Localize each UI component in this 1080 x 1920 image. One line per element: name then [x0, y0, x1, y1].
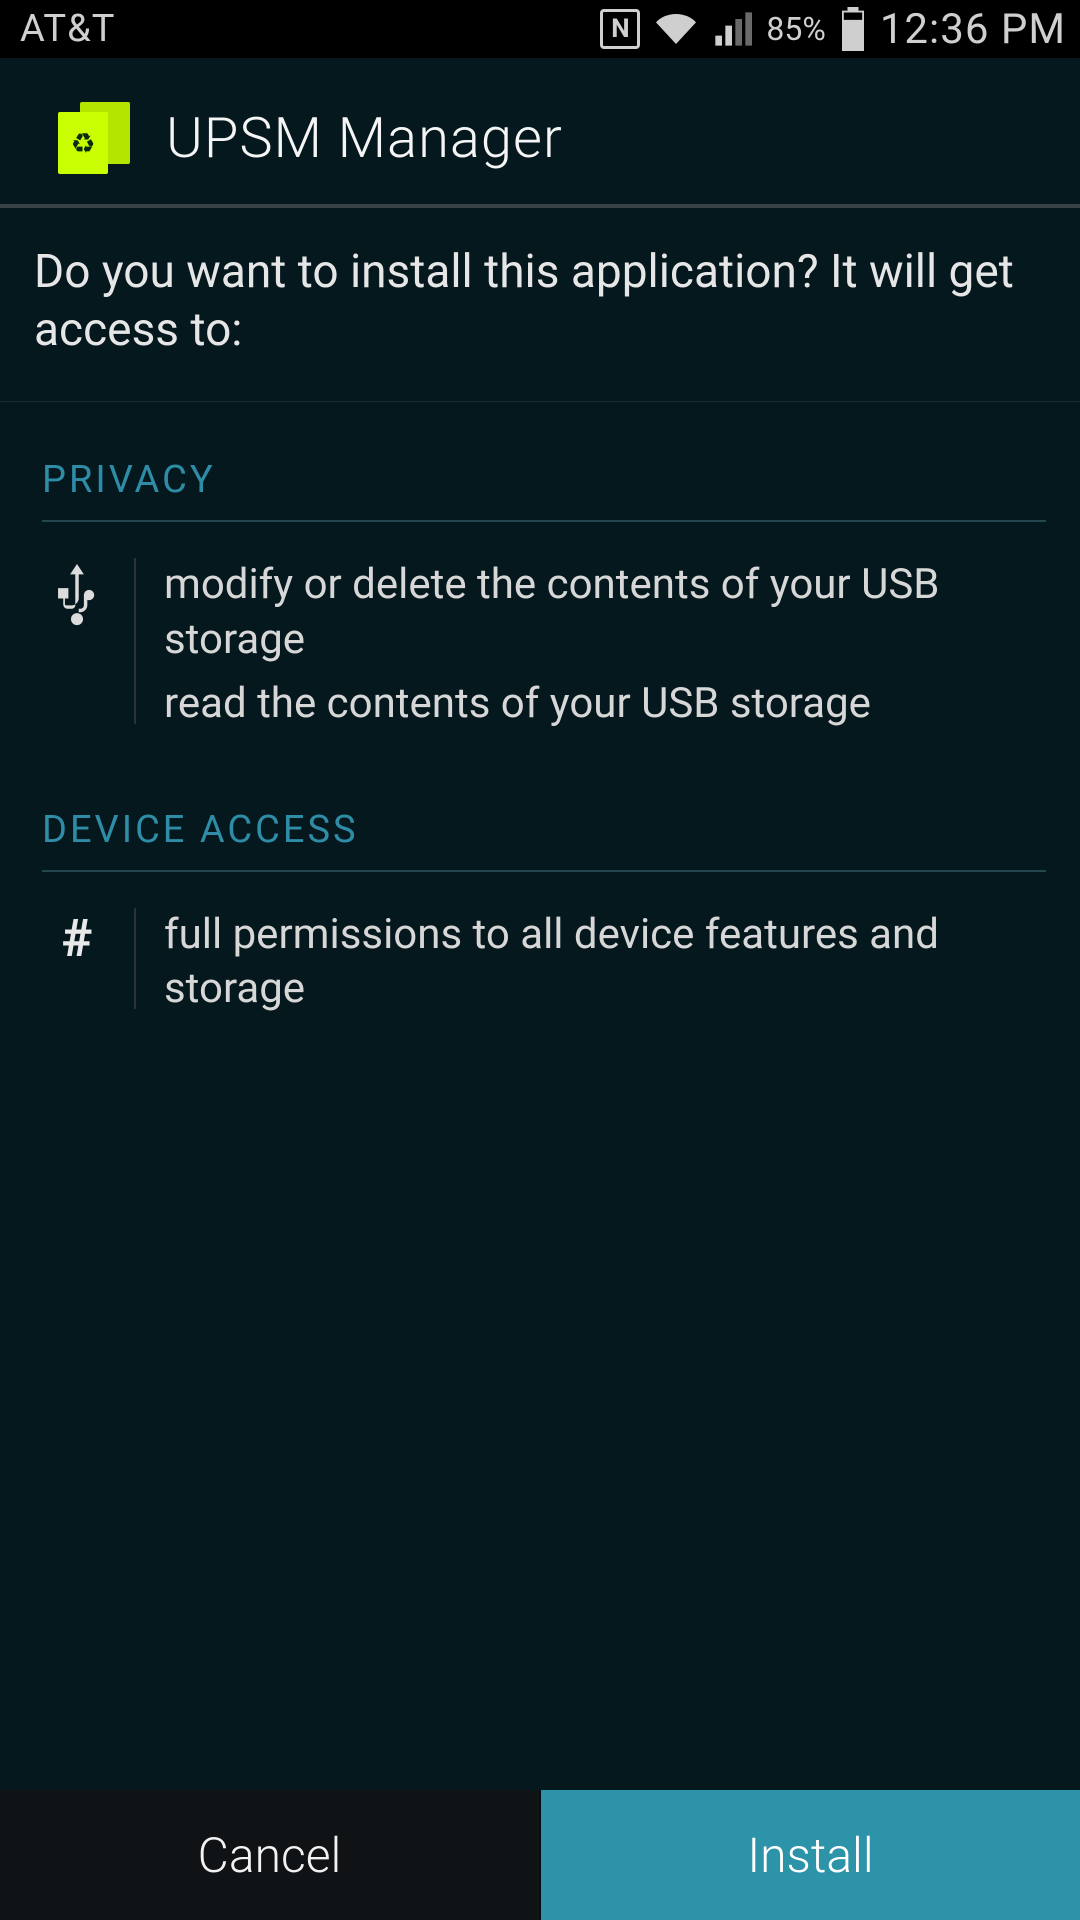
permission-line: full permissions to all device features … — [164, 908, 1046, 1017]
permission-line: read the contents of your USB storage — [164, 677, 1046, 732]
divider — [134, 908, 136, 1009]
installer-dialog: ♻ UPSM Manager Do you want to install th… — [0, 58, 1080, 1920]
wifi-icon — [654, 9, 698, 49]
divider — [134, 558, 136, 724]
clock: 12:36 PM — [880, 5, 1066, 54]
status-right: N 85% 12:36 PM — [600, 5, 1066, 54]
section-title-device-access: DEVICE ACCESS — [42, 808, 1046, 872]
installer-header: ♻ UPSM Manager — [0, 58, 1080, 208]
hash-icon: # — [48, 908, 106, 1017]
status-bar: AT&T N 85% 12:36 PM — [0, 0, 1080, 58]
install-button[interactable]: Install — [541, 1790, 1080, 1920]
section-title-privacy: PRIVACY — [42, 458, 1046, 522]
section-device-access: DEVICE ACCESS # full permissions to all … — [0, 752, 1080, 1037]
battery-percent: 85% — [766, 10, 825, 48]
battery-icon — [840, 7, 866, 51]
install-prompt: Do you want to install this application?… — [0, 208, 1080, 402]
permission-row: modify or delete the contents of your US… — [42, 522, 1046, 752]
button-bar: Cancel Install — [0, 1790, 1080, 1920]
permission-texts: modify or delete the contents of your US… — [164, 558, 1046, 732]
section-privacy: PRIVACY modify or delete the contents of… — [0, 402, 1080, 752]
permission-row: # full permissions to all device feature… — [42, 872, 1046, 1037]
permission-line: modify or delete the contents of your US… — [164, 558, 1046, 667]
permissions-content: PRIVACY modify or delete the contents of… — [0, 402, 1080, 1790]
app-icon: ♻ — [58, 102, 130, 174]
cancel-button[interactable]: Cancel — [0, 1790, 541, 1920]
usb-icon — [48, 558, 106, 732]
app-title: UPSM Manager — [166, 105, 563, 171]
carrier-label: AT&T — [20, 7, 115, 51]
permission-texts: full permissions to all device features … — [164, 908, 1046, 1017]
nfc-icon: N — [600, 9, 640, 49]
cell-signal-icon — [712, 9, 752, 49]
